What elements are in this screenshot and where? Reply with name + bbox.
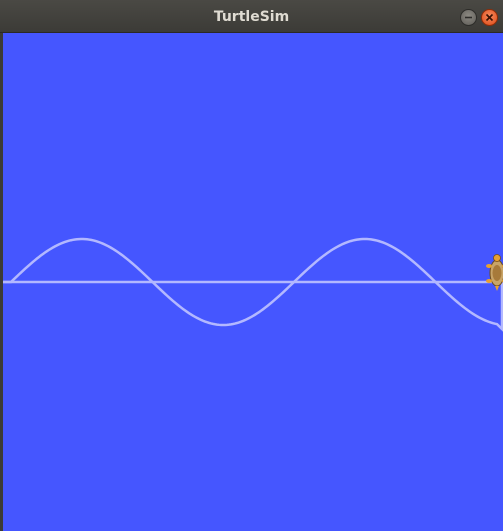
minimize-icon xyxy=(465,16,472,19)
minimize-button[interactable] xyxy=(460,9,477,26)
title-bar[interactable]: TurtleSim xyxy=(0,0,503,33)
turtlesim-window: TurtleSim xyxy=(0,0,503,531)
close-button[interactable] xyxy=(481,9,498,26)
window-title: TurtleSim xyxy=(213,9,290,25)
close-icon xyxy=(485,13,494,22)
turtle-canvas xyxy=(3,33,503,531)
